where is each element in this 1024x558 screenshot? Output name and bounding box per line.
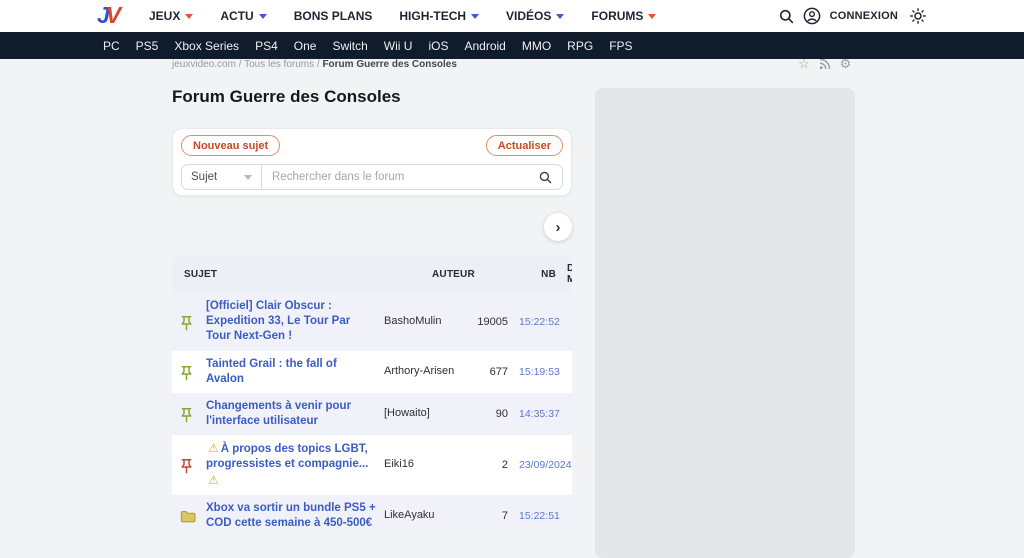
folder-yellow-icon (180, 508, 206, 523)
breadcrumb-path[interactable]: jeuxvideo.com / Tous les forums / (172, 59, 322, 70)
search-filter-value: Sujet (191, 171, 217, 183)
topic-title-link[interactable]: ⚠À propos des topics LGBT, progressistes… (206, 441, 384, 489)
topic-author: Eiki16 (384, 458, 472, 471)
search-submit-icon[interactable] (535, 171, 562, 184)
connexion-button[interactable]: CONNEXION (830, 10, 898, 22)
topic-last-msg-time[interactable]: 23/09/2024 (508, 459, 572, 471)
rss-icon[interactable] (819, 58, 831, 70)
chevron-down-icon (259, 14, 267, 19)
new-topic-button[interactable]: Nouveau sujet (181, 135, 280, 156)
topics-table: SUJET AUTEUR NB DERNIER MSG [Officiel] C… (172, 255, 572, 531)
header-count: NB (520, 269, 556, 280)
chevron-right-icon: › (556, 219, 561, 236)
platform-nav-pc[interactable]: PC (103, 39, 120, 53)
nav-item-vidéos[interactable]: VIDÉOS (506, 9, 564, 23)
platform-nav-fps[interactable]: FPS (609, 39, 632, 53)
topic-last-msg-time[interactable]: 15:22:51 (508, 510, 564, 522)
topic-last-msg-time[interactable]: 15:19:53 (508, 366, 564, 378)
platform-nav-mmo[interactable]: MMO (522, 39, 551, 53)
platform-navigation: PC PS5 Xbox Series PS4 One Switch Wii U iOS Andr… (0, 32, 1024, 59)
pin-red-icon (180, 456, 206, 474)
nav-item-bons-plans[interactable]: BONS PLANS (294, 9, 373, 23)
pin-green-icon (180, 363, 206, 381)
nav-item-label: BONS PLANS (294, 9, 373, 23)
topic-message-count: 7 (472, 510, 508, 522)
platform-nav-ps5[interactable]: PS5 (136, 39, 159, 53)
topic-author: LikeAyaku (384, 509, 472, 522)
topic-last-msg-time[interactable]: 15:22:52 (508, 316, 564, 328)
topic-title-cell: ⚠À propos des topics LGBT, progressistes… (206, 441, 384, 489)
chevron-down-icon (185, 14, 193, 19)
warning-icon: ⚠ (208, 441, 219, 455)
nav-item-label: JEUX (149, 9, 180, 23)
jv-logo[interactable]: JV (97, 2, 117, 29)
table-row[interactable]: ⚠À propos des topics LGBT, progressistes… (172, 435, 572, 495)
platform-nav-one[interactable]: One (294, 39, 317, 53)
topic-author: Arthory-Arisen (384, 365, 472, 378)
breadcrumb[interactable]: jeuxvideo.com / Tous les forums / Forum … (172, 59, 457, 70)
top-header-bar: JV JEUX ACTU BONS PLANS HIGH-TECH VIDÉOS FORU… (0, 0, 1024, 32)
topic-title-link[interactable]: Xbox va sortir un bundle PS5 + COD cette… (206, 501, 384, 531)
warning-icon: ⚠ (208, 473, 219, 487)
page-title: Forum Guerre des Consoles (172, 87, 401, 107)
next-page-button[interactable]: › (544, 213, 572, 241)
table-row[interactable]: Tainted Grail : the fall of AvalonArthor… (172, 351, 572, 393)
topic-title-link[interactable]: Tainted Grail : the fall of Avalon (206, 357, 384, 387)
platform-nav-rpg[interactable]: RPG (567, 39, 593, 53)
platform-nav-ps4[interactable]: PS4 (255, 39, 278, 53)
nav-item-label: VIDÉOS (506, 9, 551, 23)
pin-green-icon (180, 313, 206, 331)
chevron-down-icon (648, 14, 656, 19)
pin-green-icon (180, 405, 206, 423)
topic-author: [Howaito] (384, 407, 472, 420)
topic-title-cell: Xbox va sortir un bundle PS5 + COD cette… (206, 501, 384, 531)
ad-placeholder-panel (595, 88, 855, 558)
platform-nav-ios[interactable]: iOS (428, 39, 448, 53)
table-row[interactable]: Xbox va sortir un bundle PS5 + COD cette… (172, 495, 572, 531)
chevron-down-icon (244, 175, 252, 180)
platform-nav-xbox-series[interactable]: Xbox Series (174, 39, 239, 53)
nav-item-jeux[interactable]: JEUX (149, 9, 193, 23)
platform-nav-android[interactable]: Android (464, 39, 505, 53)
topic-message-count: 90 (472, 408, 508, 420)
table-row[interactable]: [Officiel] Clair Obscur : Expedition 33,… (172, 293, 572, 351)
nav-item-forums[interactable]: FORUMS (591, 9, 656, 23)
search-icon[interactable] (779, 9, 794, 24)
topic-message-count: 677 (472, 366, 508, 378)
theme-toggle-sun-icon[interactable] (910, 8, 926, 24)
refresh-button[interactable]: Actualiser (486, 135, 563, 156)
search-filter-select[interactable]: Sujet (182, 165, 262, 189)
topic-message-count: 2 (472, 459, 508, 471)
topic-title-link[interactable]: [Officiel] Clair Obscur : Expedition 33,… (206, 299, 384, 345)
nav-item-high-tech[interactable]: HIGH-TECH (399, 9, 479, 23)
topbar-actions: CONNEXION (779, 0, 926, 32)
chevron-down-icon (556, 14, 564, 19)
table-body: [Officiel] Clair Obscur : Expedition 33,… (172, 293, 572, 531)
topic-title-cell: [Officiel] Clair Obscur : Expedition 33,… (206, 299, 384, 345)
platform-nav-wii-u[interactable]: Wii U (384, 39, 413, 53)
table-row[interactable]: Changements à venir pour l'interface uti… (172, 393, 572, 435)
nav-item-actu[interactable]: ACTU (220, 9, 266, 23)
topic-author: BashoMulin (384, 315, 472, 328)
header-subject: SUJET (180, 269, 432, 280)
breadcrumb-current: Forum Guerre des Consoles (322, 59, 456, 70)
nav-item-label: ACTU (220, 9, 253, 23)
forum-toolbar-card: Nouveau sujet Actualiser Sujet (172, 128, 572, 196)
forum-search-bar: Sujet (181, 164, 563, 190)
table-header: SUJET AUTEUR NB DERNIER MSG (172, 255, 572, 293)
topic-title-cell: Changements à venir pour l'interface uti… (206, 399, 384, 429)
topic-message-count: 19005 (472, 316, 508, 328)
platform-nav-switch[interactable]: Switch (332, 39, 367, 53)
account-icon[interactable] (803, 7, 821, 25)
header-author: AUTEUR (432, 269, 520, 280)
nav-item-label: FORUMS (591, 9, 643, 23)
header-last-msg: DERNIER MSG (556, 263, 572, 286)
topic-last-msg-time[interactable]: 14:35:37 (508, 408, 564, 420)
topic-title-link[interactable]: Changements à venir pour l'interface uti… (206, 399, 384, 429)
chevron-down-icon (471, 14, 479, 19)
topic-title-cell: Tainted Grail : the fall of Avalon (206, 357, 384, 387)
nav-item-label: HIGH-TECH (399, 9, 466, 23)
main-navigation: JEUX ACTU BONS PLANS HIGH-TECH VIDÉOS FORUMS (149, 0, 656, 32)
forum-search-input[interactable] (262, 165, 535, 189)
